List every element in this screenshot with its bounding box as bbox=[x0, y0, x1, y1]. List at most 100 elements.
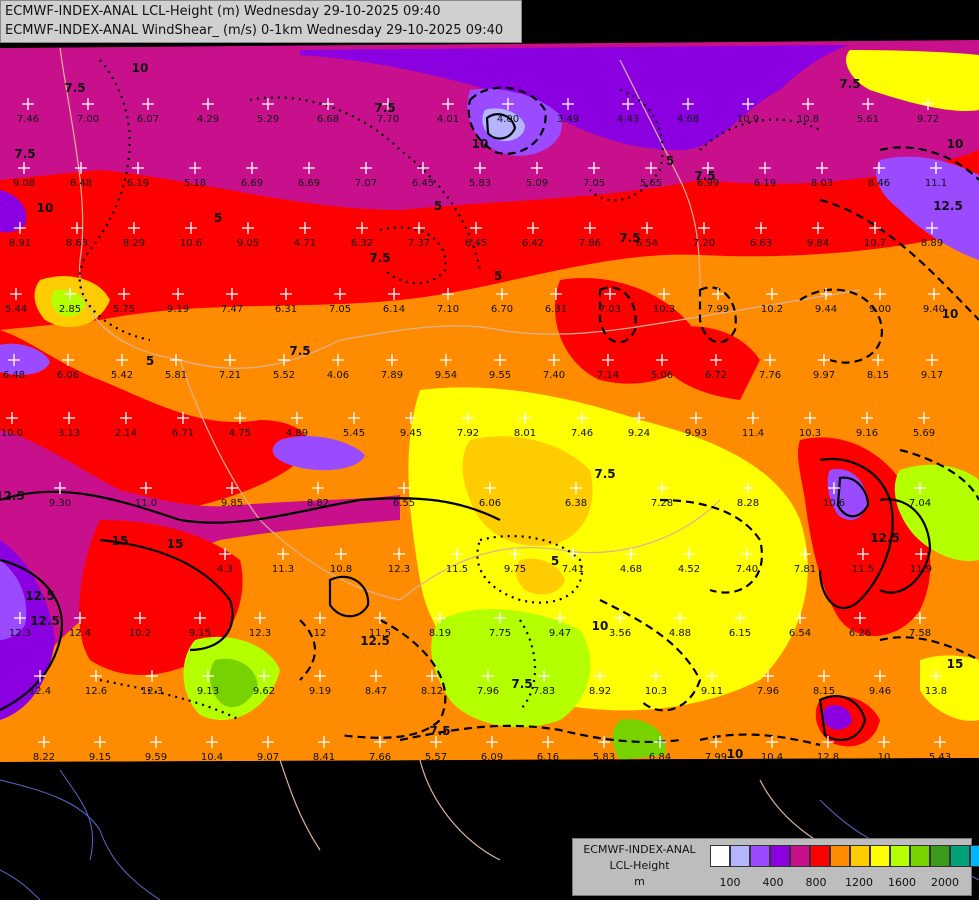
legend-swatch bbox=[790, 845, 810, 867]
station-value: 10.8 bbox=[330, 564, 352, 575]
weather-map: 7.46 7.00 6.07 4.29 5.29 6.68 7.70 4.01 4.00 3.49… bbox=[0, 0, 979, 900]
station-value: 7.96 bbox=[477, 686, 499, 697]
station-value: 6.32 bbox=[351, 238, 373, 249]
legend-unit: m bbox=[634, 875, 645, 888]
station-value: 5.83 bbox=[469, 178, 491, 189]
station-value: 6.06 bbox=[479, 498, 501, 509]
station-value: 7.81 bbox=[794, 564, 816, 575]
station-value: 8.82 bbox=[307, 498, 329, 509]
station-value: 7.04 bbox=[909, 498, 931, 509]
station-value: 7.99 bbox=[707, 304, 729, 315]
contour-label: 5 bbox=[666, 154, 674, 168]
station-value: 10.9 bbox=[737, 114, 759, 125]
station-value: 5.42 bbox=[111, 370, 133, 381]
station-value: 4.00 bbox=[497, 114, 519, 125]
station-value: 10.3 bbox=[799, 428, 821, 439]
station-value: 8.63 bbox=[66, 238, 88, 249]
station-value: 10.3 bbox=[645, 686, 667, 697]
station-value: 7.40 bbox=[736, 564, 758, 575]
station-value: 5.09 bbox=[526, 178, 548, 189]
station-value: 4.88 bbox=[669, 628, 691, 639]
station-value: 7.83 bbox=[533, 686, 555, 697]
station-value: 11.1 bbox=[925, 178, 947, 189]
station-value: 4.52 bbox=[678, 564, 700, 575]
station-value: 7.05 bbox=[583, 178, 605, 189]
station-value: 9.17 bbox=[921, 370, 943, 381]
station-value: 6.38 bbox=[565, 498, 587, 509]
contour-label: 12.5 bbox=[360, 634, 390, 648]
contour-label: 7.5 bbox=[14, 147, 35, 161]
station-value: 6.19 bbox=[754, 178, 776, 189]
station-value: 10.8 bbox=[797, 114, 819, 125]
color-legend: ECMWF-INDEX-ANAL LCL-Height m 100 400 800 1… bbox=[572, 838, 979, 896]
contour-label: 5 bbox=[434, 199, 442, 213]
station-value: 12.6 bbox=[85, 686, 107, 697]
legend-tick: 400 bbox=[762, 876, 784, 889]
station-value: 12.3 bbox=[249, 628, 271, 639]
contour-label: 7.5 bbox=[839, 77, 860, 91]
contour-label: 12.5 bbox=[870, 531, 900, 545]
station-value: 4.43 bbox=[617, 114, 639, 125]
station-value: 9.13 bbox=[197, 686, 219, 697]
station-value: 8.41 bbox=[313, 752, 335, 763]
contour-label: 7.5 bbox=[511, 677, 532, 691]
station-value: 7.41 bbox=[562, 564, 584, 575]
station-value: 7.28 bbox=[651, 498, 673, 509]
station-value: 7.21 bbox=[219, 370, 241, 381]
station-value: 12 bbox=[314, 628, 327, 639]
station-value: 7.40 bbox=[543, 370, 565, 381]
contour-label: 10 bbox=[472, 137, 489, 151]
station-value: 9.97 bbox=[813, 370, 835, 381]
station-value: 7.76 bbox=[759, 370, 781, 381]
contour-label: 5 bbox=[146, 354, 154, 368]
legend-swatch bbox=[950, 845, 970, 867]
station-value: 7.10 bbox=[437, 304, 459, 315]
station-value: 9.62 bbox=[253, 686, 275, 697]
station-value: 8.91 bbox=[9, 238, 31, 249]
station-value: 9.19 bbox=[167, 304, 189, 315]
station-value: 7.75 bbox=[489, 628, 511, 639]
contour-label: 12.5 bbox=[0, 489, 25, 503]
station-value: 6.70 bbox=[491, 304, 513, 315]
legend-swatch bbox=[770, 845, 790, 867]
station-value: 12.4 bbox=[69, 628, 91, 639]
station-value: 12.3 bbox=[141, 686, 163, 697]
station-value: 9.44 bbox=[815, 304, 837, 315]
station-value: 6.14 bbox=[383, 304, 405, 315]
station-value: 8.12 bbox=[421, 686, 443, 697]
contour-label: 10 bbox=[37, 201, 54, 215]
station-value: 5.57 bbox=[425, 752, 447, 763]
station-value: 11.0 bbox=[135, 498, 157, 509]
station-value: 8.89 bbox=[921, 238, 943, 249]
station-value: 9.00 bbox=[869, 304, 891, 315]
legend-tick: 2000 bbox=[931, 876, 959, 889]
station-value: 10 bbox=[878, 752, 891, 763]
station-value: 7.07 bbox=[355, 178, 377, 189]
station-value: 10.0 bbox=[1, 428, 23, 439]
station-value: 6.54 bbox=[789, 628, 811, 639]
legend-swatch bbox=[910, 845, 930, 867]
station-value: 7.47 bbox=[221, 304, 243, 315]
legend-swatch bbox=[850, 845, 870, 867]
station-value: 8.01 bbox=[514, 428, 536, 439]
contour-label: 5 bbox=[551, 554, 559, 568]
station-value: 6.55 bbox=[393, 498, 415, 509]
station-value: 4.68 bbox=[620, 564, 642, 575]
station-value: 9.72 bbox=[917, 114, 939, 125]
station-value: 10.4 bbox=[761, 752, 783, 763]
station-value: 6.19 bbox=[127, 178, 149, 189]
station-value: 9.16 bbox=[856, 428, 878, 439]
station-value: 5.65 bbox=[640, 178, 662, 189]
station-value: 8.03 bbox=[811, 178, 833, 189]
station-value: 9.93 bbox=[685, 428, 707, 439]
legend-swatch bbox=[750, 845, 770, 867]
station-value: 6.69 bbox=[241, 178, 263, 189]
station-value: 10.3 bbox=[653, 304, 675, 315]
station-value: 7.46 bbox=[17, 114, 39, 125]
station-value: 6.31 bbox=[275, 304, 297, 315]
station-value: 6.42 bbox=[522, 238, 544, 249]
contour-label: 5 bbox=[494, 269, 502, 283]
station-value: 7.86 bbox=[579, 238, 601, 249]
station-value: 9.30 bbox=[49, 498, 71, 509]
legend-swatch bbox=[930, 845, 950, 867]
